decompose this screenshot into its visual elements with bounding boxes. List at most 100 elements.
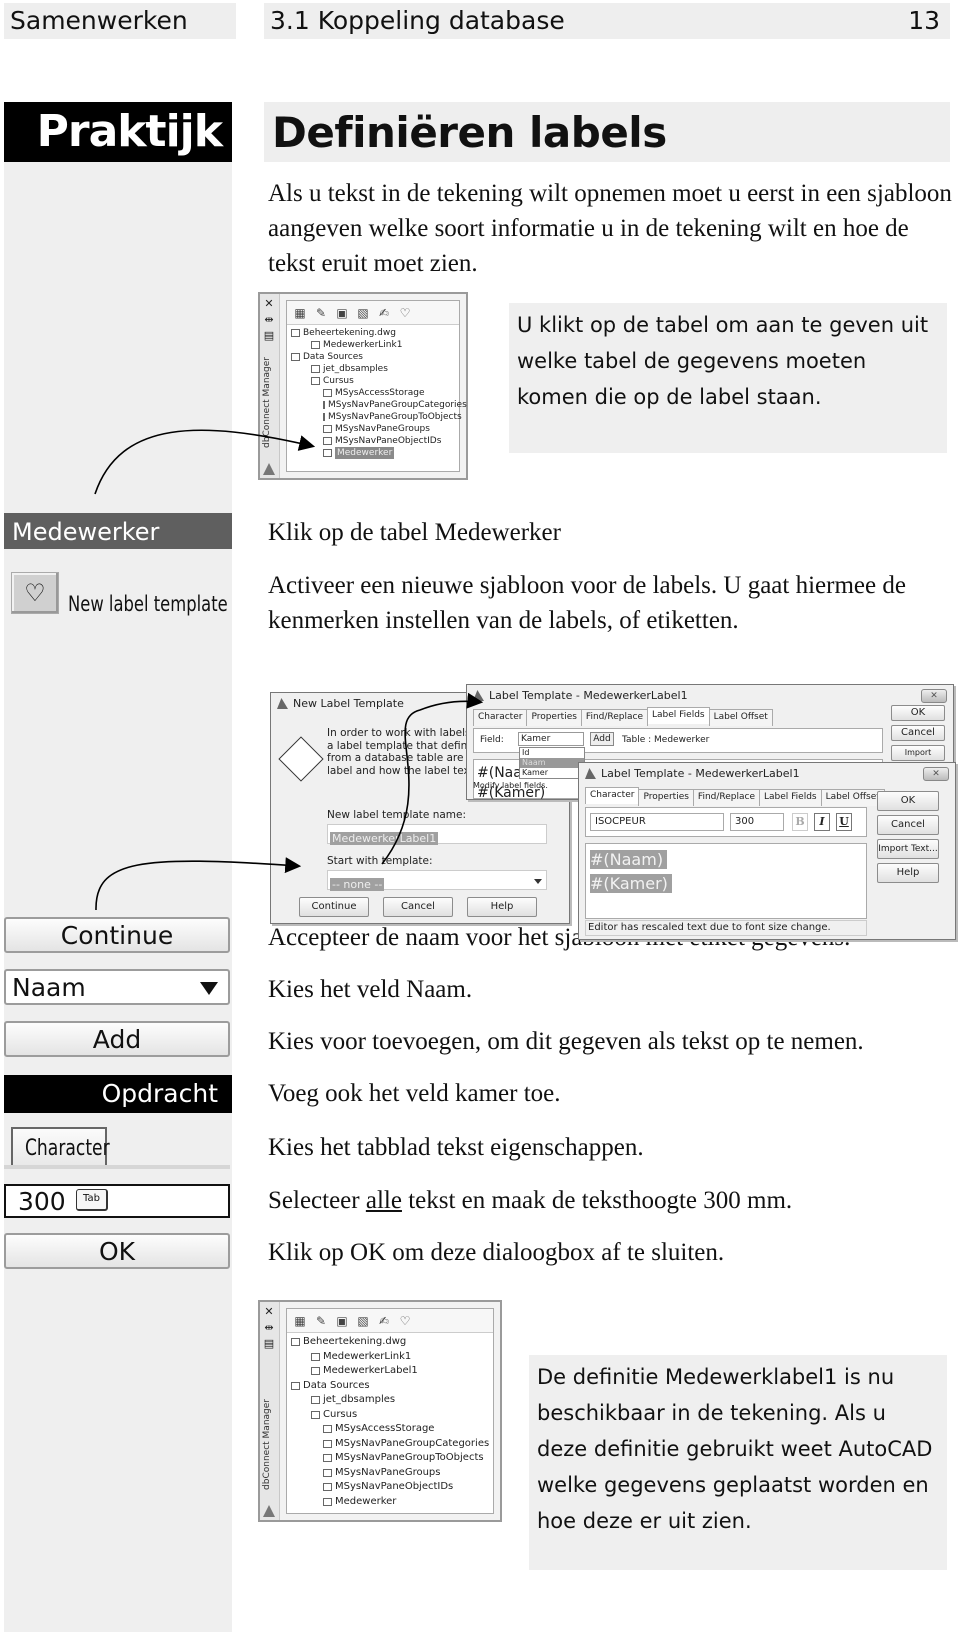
continue-button[interactable]: Continue [4,917,230,953]
properties-icon[interactable]: ▤ [262,1338,276,1350]
link-template-icon[interactable]: ▧ [356,1314,370,1328]
close-icon[interactable]: ✕ [262,1306,276,1318]
label-editor[interactable]: #(Naam) #(Kamer) [585,843,867,919]
tree-item[interactable]: MSysNavPaneGroupToObjects [291,411,462,423]
tab-label-offset[interactable]: Label Offset [820,789,885,806]
cancel-button[interactable]: Cancel [891,725,945,741]
chevron-down-icon [534,879,542,884]
tree-item[interactable]: MSysNavPaneGroupToObjects [291,1451,493,1466]
continue-button[interactable]: Continue [299,897,369,917]
tree-item[interactable]: MSysNavPaneGroups [291,1466,493,1481]
tree-item[interactable]: MSysNavPaneGroups [291,423,459,435]
callout-note: De definitie Medewerklabel1 is nu beschi… [529,1355,947,1570]
dropdown-option[interactable]: Kamer [520,768,584,778]
font-select[interactable]: ISOCPEUR [590,813,724,831]
tab-character[interactable]: Character [11,1127,110,1167]
dropdown-option[interactable]: Id [520,748,584,758]
ok-button[interactable]: OK [877,791,939,811]
import-text-button[interactable]: Import Text... [891,745,945,771]
close-icon[interactable]: ✕ [262,298,276,310]
link-icon[interactable]: ▣ [335,306,349,320]
intro-paragraph: Als u tekst in de tekening wilt opnemen … [268,180,952,277]
ok-button[interactable]: OK [891,705,945,721]
tab-label-fields[interactable]: Label Fields [647,707,710,724]
editor-line: #(Naam) [590,850,668,869]
tree-item[interactable]: MSysNavPaneObjectIDs [291,1480,493,1495]
close-button[interactable]: ✕ [921,689,947,703]
link-template-icon[interactable]: ▧ [356,306,370,320]
tree-item-label: MSysAccessStorage [335,388,425,398]
bold-button[interactable]: B [792,813,808,831]
properties-icon[interactable]: ▤ [262,330,276,342]
close-button[interactable]: ✕ [923,767,949,781]
edit-table-icon[interactable]: ✎ [314,1314,328,1328]
tree-item[interactable]: Beheertekening.dwg [291,327,459,339]
cancel-button[interactable]: Cancel [877,815,939,835]
link-icon[interactable]: ▣ [335,1314,349,1328]
size-select[interactable]: 300 [730,813,784,831]
tree-item[interactable]: MedewerkerLabel1 [291,1364,493,1379]
step-text: Selecteer alle tekst en maak de teksthoo… [268,1184,792,1218]
tab-find-replace[interactable]: Find/Replace [580,709,648,726]
tree-item[interactable]: jet_dbsamples [291,1393,493,1408]
tree-item[interactable]: Medewerker [291,447,459,459]
tree-item[interactable]: Cursus [291,1408,493,1423]
view-table-icon[interactable]: ▦ [293,306,307,320]
medewerker-table-label[interactable]: Medewerker [4,513,232,549]
autohide-icon[interactable]: ⇹ [262,314,276,326]
tree-item[interactable]: MSysAccessStorage [291,387,459,399]
tree-item[interactable]: jet_dbsamples [291,363,459,375]
new-label-template-icon[interactable]: ♡ [398,306,412,320]
dialog-title: Label Template - MedewerkerLabel1 [467,685,953,707]
table-icon [323,1454,332,1463]
step-text: Klik op OK om deze dialoogbox af te slui… [268,1239,725,1266]
new-label-template-button[interactable]: ♡ [11,572,59,614]
view-table-icon[interactable]: ▦ [293,1314,307,1328]
tree-item[interactable]: MSysNavPaneGroupCategories [291,399,467,411]
italic-button[interactable]: I [814,813,830,831]
tab-character[interactable]: Character [473,709,528,726]
tree-item[interactable]: Data Sources [291,351,459,363]
tree-item[interactable]: MSysAccessStorage [291,1422,493,1437]
start-template-select[interactable]: -- none -- [327,870,547,891]
tree-item[interactable]: MedewerkerLink1 [291,339,459,351]
help-button[interactable]: Help [877,863,939,883]
edit-table-icon[interactable]: ✎ [314,306,328,320]
new-label-template-icon[interactable]: ♡ [398,1314,412,1328]
tab-properties[interactable]: Properties [638,789,694,806]
tree-item[interactable]: MSysNavPaneObjectIDs [291,435,459,447]
label-template-icon[interactable]: ✍ [377,1314,391,1328]
name-label: New label template name: [327,809,467,821]
callout-note: U klikt op de tabel om aan te geven uit … [509,303,947,453]
import-text-button[interactable]: Import Text... [877,839,939,859]
tree-item[interactable]: MedewerkerLink1 [291,1350,493,1365]
tree-item[interactable]: Beheertekening.dwg [291,1335,493,1350]
tree-item[interactable]: Medewerker [291,1495,493,1510]
tab-find-replace[interactable]: Find/Replace [692,789,760,806]
label-template-icon[interactable]: ✍ [377,306,391,320]
table-icon [323,1439,332,1448]
tab-character[interactable]: Character [585,787,640,804]
text-height-input[interactable]: 300 [4,1184,230,1218]
cancel-button[interactable]: Cancel [383,897,453,917]
help-button[interactable]: Help [467,897,537,917]
autohide-icon[interactable]: ⇹ [262,1322,276,1334]
template-name-input[interactable]: MedewerkerLabel1 [327,824,547,845]
ok-button[interactable]: OK [4,1233,230,1269]
dropdown-option[interactable]: Naam [520,758,584,768]
tab-label-fields[interactable]: Label Fields [759,789,822,806]
field-select[interactable]: Kamer [518,732,584,746]
new-label-template-icon: ♡ [24,579,46,607]
underline-button[interactable]: U [836,813,852,831]
tab-label-offset[interactable]: Label Offset [708,709,773,726]
datasource-icon [311,1396,320,1405]
field-select-naam[interactable]: Naam [4,969,230,1005]
tree-item[interactable]: Data Sources [291,1379,493,1394]
tree-item-label: MSysNavPaneGroupCategories [328,400,467,410]
add-button[interactable]: Add [4,1021,230,1057]
field-label: Field: [480,735,504,745]
tree-item[interactable]: Cursus [291,375,459,387]
tab-properties[interactable]: Properties [526,709,582,726]
tree-item[interactable]: MSysNavPaneGroupCategories [291,1437,493,1452]
add-field-button[interactable]: Add [590,732,614,746]
